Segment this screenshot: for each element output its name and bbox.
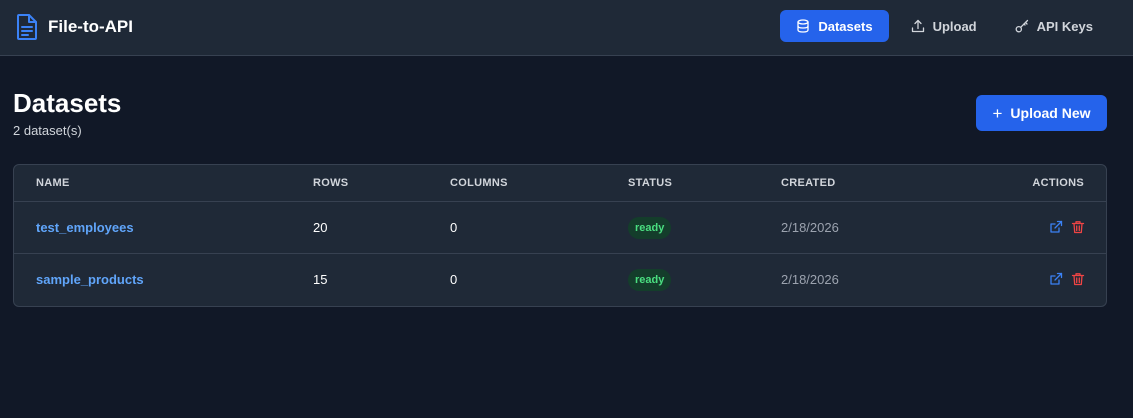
nav-datasets[interactable]: Datasets (780, 10, 889, 42)
upload-icon (911, 19, 924, 33)
trash-icon (1071, 221, 1085, 234)
status-badge: ready (628, 217, 672, 239)
header-status[interactable]: STATUS (628, 177, 672, 189)
trash-icon (1071, 273, 1085, 286)
nav-upload[interactable]: Upload (895, 10, 993, 42)
brand[interactable]: File-to-API (16, 12, 133, 42)
dataset-name-link[interactable]: test_employees (36, 220, 134, 235)
datasets-table: NAME ROWS COLUMNS STATUS CREATED ACTIONS… (13, 164, 1107, 307)
table-row: test_employees 20 0 ready 2/18/2026 (14, 202, 1106, 254)
table-row: sample_products 15 0 ready 2/18/2026 (14, 254, 1106, 306)
dataset-name-link[interactable]: sample_products (36, 272, 144, 287)
top-navbar: File-to-API Datasets Upload API Keys (0, 0, 1133, 56)
row-count: 15 (313, 272, 328, 287)
header-actions: ACTIONS (1032, 177, 1084, 189)
status-badge: ready (628, 269, 672, 291)
nav-datasets-label: Datasets (818, 18, 873, 34)
header-rows[interactable]: ROWS (313, 177, 348, 189)
nav-api-keys-label: API Keys (1036, 18, 1093, 34)
upload-new-label: Upload New (1010, 105, 1091, 121)
plus-icon: + (992, 103, 1003, 123)
header-created[interactable]: CREATED (781, 177, 835, 189)
column-count: 0 (450, 272, 458, 287)
external-link-icon (1050, 272, 1063, 285)
created-date: 2/18/2026 (781, 272, 839, 287)
delete-button[interactable] (1071, 220, 1085, 234)
row-count: 20 (313, 220, 328, 235)
delete-button[interactable] (1071, 272, 1085, 286)
dataset-count: 2 dataset(s) (13, 123, 82, 138)
header-columns[interactable]: COLUMNS (450, 177, 508, 189)
document-icon (17, 14, 37, 40)
nav-upload-label: Upload (932, 18, 977, 34)
app-title: File-to-API (48, 17, 133, 36)
header-name[interactable]: NAME (36, 177, 70, 189)
key-icon (1015, 19, 1028, 33)
open-external-button[interactable] (1049, 220, 1063, 234)
page-title: Datasets (13, 88, 122, 118)
database-icon (797, 19, 810, 33)
main-nav: Datasets Upload API Keys (780, 10, 1109, 42)
upload-new-button[interactable]: + Upload New (976, 95, 1107, 131)
nav-api-keys[interactable]: API Keys (999, 10, 1109, 42)
column-count: 0 (450, 220, 458, 235)
open-external-button[interactable] (1049, 272, 1063, 286)
table-header: NAME ROWS COLUMNS STATUS CREATED ACTIONS (14, 165, 1106, 202)
created-date: 2/18/2026 (781, 220, 839, 235)
external-link-icon (1050, 220, 1063, 233)
